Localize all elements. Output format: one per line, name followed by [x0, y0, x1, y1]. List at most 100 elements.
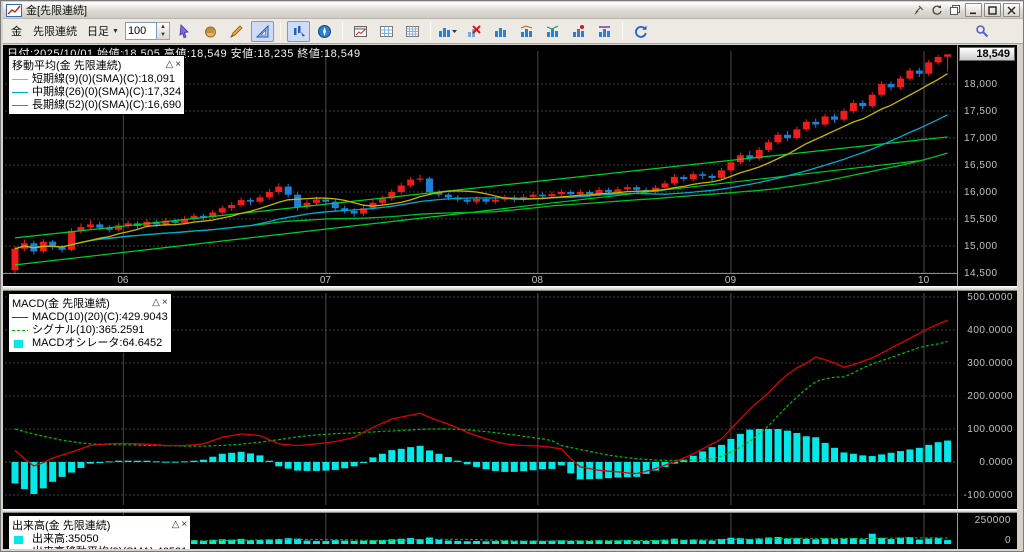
- legend-close-icon[interactable]: ×: [181, 520, 187, 530]
- price-axis-label: 16,000: [964, 187, 998, 198]
- time-axis-label: 08: [531, 275, 543, 286]
- legend-item: MACDオシレータ:64.6452: [12, 337, 168, 350]
- legend-close-icon[interactable]: ×: [162, 298, 168, 308]
- bar-count-stepper: ▲▼: [124, 22, 170, 40]
- indicator-menu-button[interactable]: [437, 21, 460, 42]
- legend-item-label: シグナル(10):365.2591: [32, 324, 145, 336]
- legend-item: 出来高:35050: [12, 533, 187, 546]
- time-axis-label: 10: [918, 275, 930, 286]
- maximize-button[interactable]: [984, 3, 1001, 17]
- bar-count-input[interactable]: [124, 22, 157, 40]
- copy-window-icon[interactable]: [947, 3, 963, 17]
- legend-swatch-icon: [12, 313, 28, 322]
- indicator-3-button[interactable]: [541, 21, 564, 42]
- close-button[interactable]: [1003, 3, 1020, 17]
- indicator-4-button[interactable]: [567, 21, 590, 42]
- timeframe-label: 日足: [87, 26, 109, 38]
- legend-item: 出来高移動平均(9)(SMA):46531: [12, 546, 187, 549]
- price-panel: 日付:2025/10/01 始値:18,505 高値:18,549 安値:18,…: [3, 45, 1017, 286]
- volume-panel: 出来高(金 先限連続) △× 出来高:35050出来高移動平均(9)(SMA):…: [3, 513, 1017, 549]
- toolbar-separator: [429, 22, 431, 40]
- compass-button[interactable]: [313, 21, 336, 42]
- grid-small-button[interactable]: [375, 21, 398, 42]
- toolbar-separator: [341, 22, 343, 40]
- indicator-1-button[interactable]: [489, 21, 512, 42]
- refresh-window-icon[interactable]: [929, 3, 945, 17]
- legend-item-label: 長期線(52)(0)(SMA)(C):16,690: [32, 99, 182, 111]
- toolbar: 金 先限連続 日足 ▼ ▲▼: [3, 19, 1023, 44]
- legend-item-label: 短期線(9)(0)(SMA)(C):18,091: [32, 73, 176, 85]
- grid-large-button[interactable]: [401, 21, 424, 42]
- macd-axis-label: 300.0000: [967, 358, 1013, 369]
- macd-axis-label: 0.0000: [979, 457, 1013, 468]
- macd-axis-label: -100.0000: [963, 490, 1013, 501]
- legend-swatch-icon: [12, 548, 28, 549]
- macd-axis-label: 400.0000: [967, 325, 1013, 336]
- legend-close-icon[interactable]: ×: [175, 60, 181, 70]
- volume-legend-title: 出来高(金 先限連続): [12, 520, 111, 532]
- crosshair-mode-button[interactable]: [286, 20, 310, 42]
- time-axis-label: 06: [117, 275, 129, 286]
- legend-swatch-icon: [12, 326, 28, 335]
- minimize-button[interactable]: [965, 3, 982, 17]
- ma-legend: 移動平均(金 先限連続) △ × 短期線(9)(0)(SMA)(C):18,091…: [8, 55, 186, 115]
- indicator-5-button[interactable]: [593, 21, 616, 42]
- time-axis-label: 09: [724, 275, 737, 286]
- price-axis-label: 15,000: [964, 241, 998, 252]
- legend-item: MACD(10)(20)(C):429.9043: [12, 311, 168, 324]
- refresh-chart-button[interactable]: [629, 21, 652, 42]
- current-price-badge: 18,549: [959, 47, 1015, 61]
- indicator-2-button[interactable]: [515, 21, 538, 42]
- legend-item: 中期線(26)(0)(SMA)(C):17,324: [12, 86, 181, 99]
- legend-swatch-icon: [12, 88, 28, 97]
- volume-axis-label: 0: [1004, 535, 1011, 546]
- legend-collapse-icon[interactable]: △: [152, 298, 160, 308]
- legend-item: 短期線(9)(0)(SMA)(C):18,091: [12, 73, 181, 86]
- legend-collapse-icon[interactable]: △: [172, 520, 180, 530]
- titlebar[interactable]: 金[先限連続]: [3, 2, 1023, 19]
- instrument-label[interactable]: 金: [7, 23, 26, 39]
- pointer-tool-button[interactable]: [173, 21, 196, 42]
- legend-swatch-icon: [12, 535, 28, 544]
- legend-swatch-icon: [12, 75, 28, 84]
- toolbar-separator: [621, 22, 623, 40]
- stepper-down-icon[interactable]: ▼: [157, 31, 169, 39]
- volume-axis[interactable]: 250000 0: [957, 513, 1017, 549]
- ma-legend-title: 移動平均(金 先限連続): [12, 60, 122, 72]
- legend-collapse-icon[interactable]: △: [166, 60, 174, 70]
- toolbar-separator: [279, 22, 281, 40]
- settings-search-button[interactable]: [970, 21, 993, 42]
- pin-icon[interactable]: [911, 3, 927, 17]
- price-axis-label: 14,500: [964, 268, 998, 279]
- macd-axis[interactable]: 500.0000 400.0000 300.0000 200.0000 100.0000…: [957, 291, 1017, 509]
- legend-item-label: 中期線(26)(0)(SMA)(C):17,324: [32, 86, 182, 98]
- macd-legend-title: MACD(金 先限連続): [12, 298, 110, 310]
- macd-axis-label: 100.0000: [967, 424, 1013, 435]
- chevron-down-icon: ▼: [112, 27, 119, 35]
- timeframe-dropdown[interactable]: 日足 ▼: [84, 22, 122, 40]
- legend-item-label: MACDオシレータ:64.6452: [32, 337, 163, 349]
- drawing-tools-button[interactable]: [250, 20, 274, 42]
- draw-pencil-button[interactable]: [225, 21, 248, 42]
- new-chart-button[interactable]: [349, 21, 372, 42]
- stepper-up-icon[interactable]: ▲: [157, 23, 169, 31]
- macd-axis-label: 200.0000: [967, 391, 1013, 402]
- remove-indicator-button[interactable]: [463, 21, 486, 42]
- macd-legend: MACD(金 先限連続) △ × MACD(10)(20)(C):429.9043…: [8, 293, 172, 353]
- macd-panel: MACD(金 先限連続) △ × MACD(10)(20)(C):429.9043…: [3, 291, 1017, 509]
- chart-area: 日付:2025/10/01 始値:18,505 高値:18,549 安値:18,…: [3, 45, 1017, 549]
- legend-item-label: 出来高:35050: [32, 533, 99, 545]
- price-axis-label: 17,000: [964, 133, 998, 144]
- volume-legend: 出来高(金 先限連続) △× 出来高:35050出来高移動平均(9)(SMA):…: [8, 515, 192, 549]
- macd-axis-label: 500.0000: [967, 292, 1013, 303]
- legend-item: シグナル(10):365.2591: [12, 324, 168, 337]
- legend-item-label: 出来高移動平均(9)(SMA):46531: [32, 546, 187, 549]
- app-icon: [6, 3, 22, 17]
- price-axis-label: 17,500: [964, 106, 998, 117]
- price-axis-label: 15,500: [964, 214, 998, 225]
- price-axis[interactable]: 18,549 18,000 17,500 17,000 16,500 16,000 15,…: [957, 45, 1017, 286]
- contract-label[interactable]: 先限連続: [29, 23, 81, 39]
- pan-hand-button[interactable]: [199, 21, 222, 42]
- window-title: 金[先限連続]: [26, 5, 88, 17]
- time-axis-label: 07: [319, 275, 331, 286]
